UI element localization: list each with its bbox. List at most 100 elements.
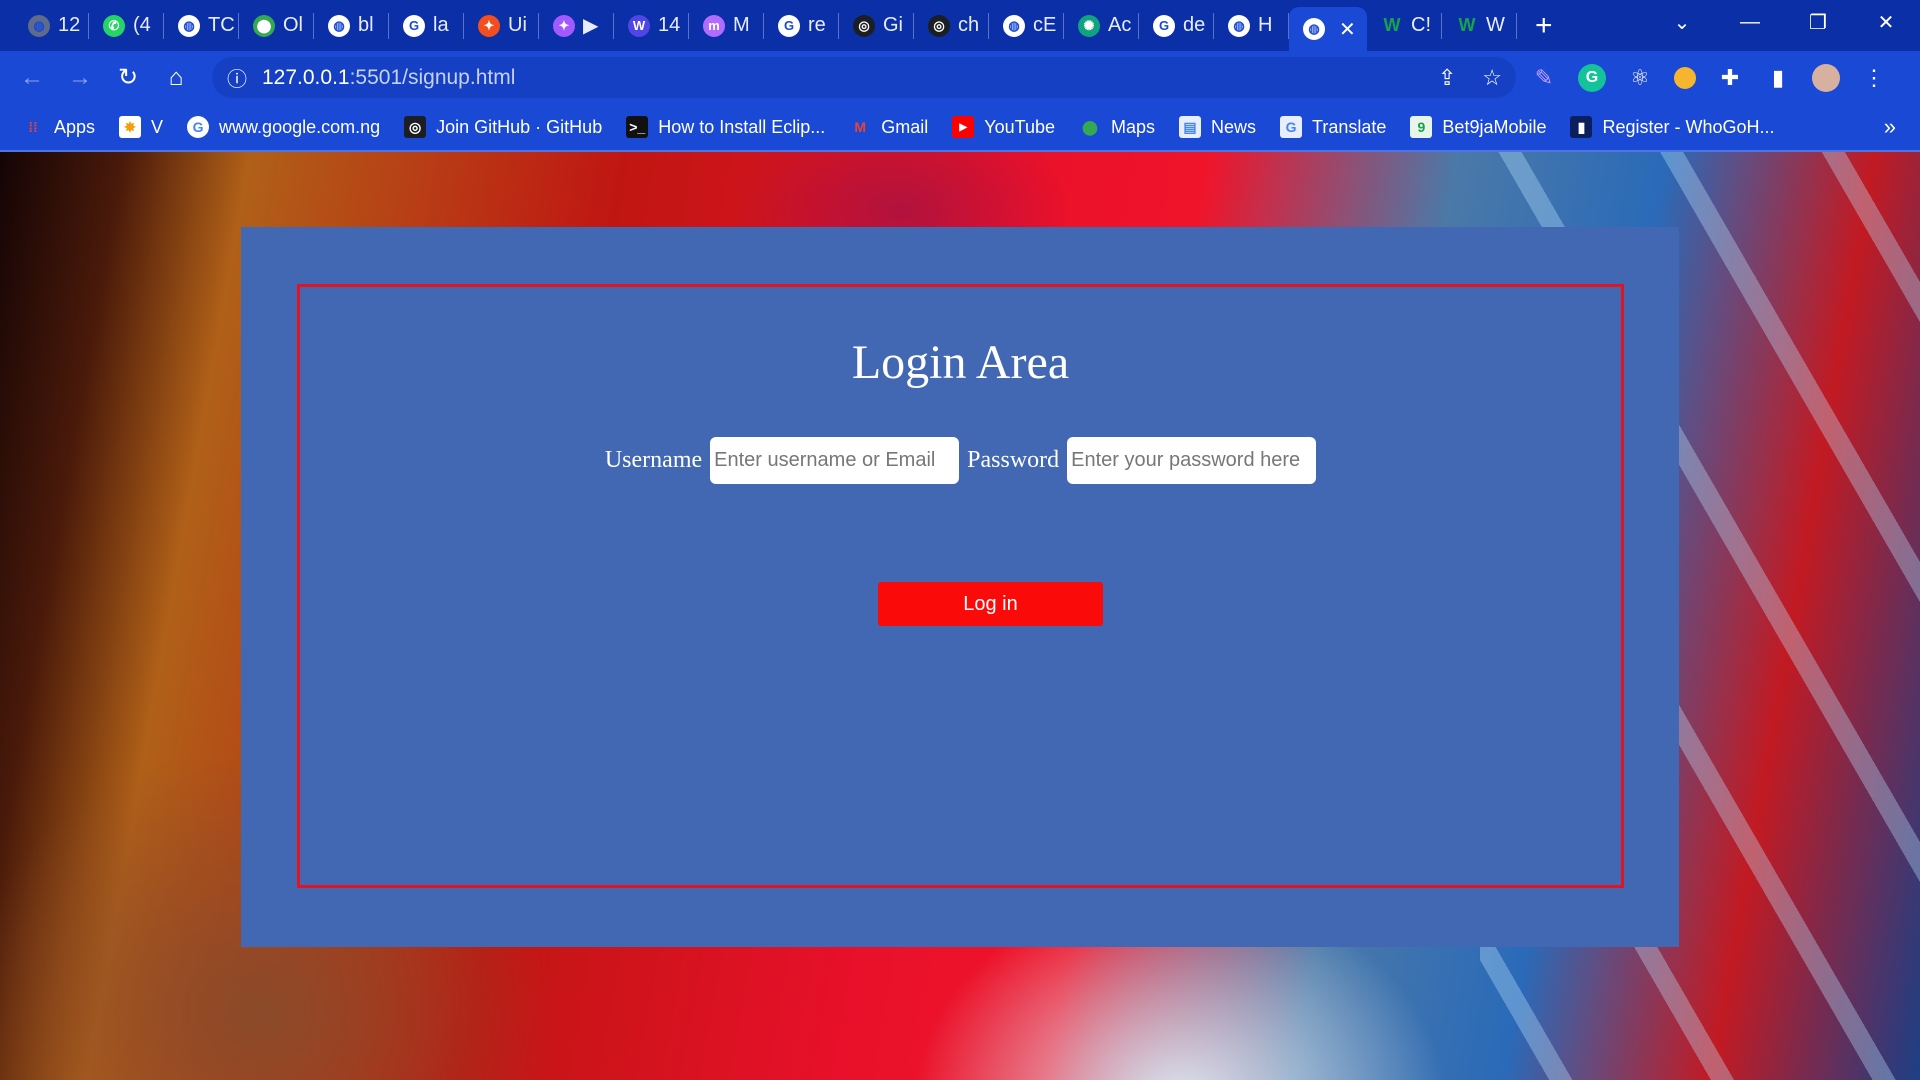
page-title: Login Area xyxy=(851,336,1070,389)
browser-toolbar: ← → ↻ ⌂ ⓘ 127.0.0.1:5501/signup.html ⇪ ☆… xyxy=(0,51,1920,104)
terminal-icon: >_ xyxy=(626,116,649,138)
url-path: :5501/signup.html xyxy=(349,65,516,89)
bookmarks-bar: ⁞⁞ Apps ✸ V Gwww.google.com.ng ◎ Join GitHub ·… xyxy=(0,104,1920,152)
active-browser-tab[interactable]: ◍ ✕ xyxy=(1289,7,1367,51)
globe-icon: ◍ xyxy=(1303,18,1325,40)
browser-tab[interactable]: ✆ (4 xyxy=(89,0,164,51)
bookmark-item[interactable]: Gwww.google.com.ng xyxy=(187,116,380,138)
puzzle-extensions-icon[interactable]: ✚ xyxy=(1716,64,1744,92)
forward-arrow-icon[interactable]: → xyxy=(56,64,104,92)
bookmark-item[interactable]: >_ How to Install Eclip... xyxy=(626,116,825,138)
login-button[interactable]: Log in xyxy=(878,582,1103,626)
restore-icon[interactable]: ❐ xyxy=(1784,10,1852,35)
browser-tab[interactable]: ◍ H xyxy=(1214,0,1289,51)
news-icon: ▤ xyxy=(1179,116,1202,138)
bookmark-star-icon[interactable]: ☆ xyxy=(1482,65,1502,91)
tab-search-icon[interactable]: ⌄ xyxy=(1648,10,1716,35)
tab-title: C! xyxy=(1411,14,1431,36)
coin-extension-icon[interactable] xyxy=(1674,66,1696,89)
bookmark-item[interactable]: ▮ Register - WhoGoH... xyxy=(1570,116,1775,138)
tab-title: 14 xyxy=(658,14,681,36)
tab-title: re xyxy=(808,14,826,36)
google-icon: G xyxy=(1153,14,1175,37)
browser-tab[interactable]: ◍ bl xyxy=(314,0,389,51)
address-bar[interactable]: ⓘ 127.0.0.1:5501/signup.html ⇪ ☆ xyxy=(212,57,1516,98)
extensions-area: ✎ G ⚛ ✚ ▮ ⋮ xyxy=(1530,51,1888,104)
react-devtools-icon[interactable]: ⚛ xyxy=(1626,64,1654,92)
bookmark-label: News xyxy=(1211,116,1257,137)
bookmark-label: Apps xyxy=(54,116,96,137)
google-icon: G xyxy=(187,116,210,138)
browser-tab[interactable]: ◍ TC xyxy=(164,0,239,51)
bookmark-item[interactable]: 9 Bet9jaMobile xyxy=(1410,116,1546,138)
browser-tab[interactable]: Gla xyxy=(389,0,464,51)
browser-tab[interactable]: ◍ cE xyxy=(989,0,1064,51)
browser-tab[interactable]: ◎ Gi xyxy=(839,0,914,51)
bookmark-item[interactable]: ⬤ Maps xyxy=(1079,116,1155,138)
profile-avatar[interactable] xyxy=(1812,63,1840,92)
star-burst-icon: ✸ xyxy=(119,116,142,138)
kebab-menu-icon[interactable]: ⋮ xyxy=(1860,64,1888,92)
w-icon: W xyxy=(628,14,650,37)
back-arrow-icon[interactable]: ← xyxy=(8,64,56,92)
feather-extension-icon[interactable]: ✎ xyxy=(1530,64,1558,92)
globe-icon: ◍ xyxy=(178,14,200,37)
site-info-icon[interactable]: ⓘ xyxy=(212,63,262,92)
tab-title: M xyxy=(733,14,750,36)
bookmark-item[interactable]: G Translate xyxy=(1280,116,1386,138)
browser-tab[interactable]: ✦ ▶ xyxy=(539,0,614,51)
tab-title: ▶ xyxy=(583,15,599,37)
minimize-icon[interactable]: — xyxy=(1716,11,1784,34)
url-text: 127.0.0.1:5501/signup.html xyxy=(262,66,515,90)
browser-tab[interactable]: ✺ Ac xyxy=(1064,0,1139,51)
tab-title: de xyxy=(1183,14,1206,36)
share-icon[interactable]: ⇪ xyxy=(1438,65,1456,91)
bookmark-label: Maps xyxy=(1111,116,1156,137)
page-viewport: Login Area Username Password Log in xyxy=(0,152,1920,1080)
home-icon[interactable]: ⌂ xyxy=(152,64,200,92)
bookmark-item[interactable]: ✸ V xyxy=(119,116,163,138)
browser-tab[interactable]: Gre xyxy=(764,0,839,51)
github-icon: ◎ xyxy=(404,116,427,138)
chatgpt-icon: ✺ xyxy=(1078,14,1100,37)
tab-title: TC xyxy=(208,14,235,36)
bookmark-item[interactable]: M Gmail xyxy=(849,116,928,138)
browser-tab[interactable]: mM xyxy=(689,0,764,51)
close-tab-icon[interactable]: ✕ xyxy=(1339,17,1356,42)
browser-tab[interactable]: ✦ Ui xyxy=(464,0,539,51)
login-box: Login Area Username Password Log in xyxy=(297,284,1624,888)
google-icon: G xyxy=(403,14,425,37)
side-panel-icon[interactable]: ▮ xyxy=(1764,64,1792,92)
tab-title: cE xyxy=(1033,14,1057,36)
bookmark-item[interactable]: ⁞⁞ Apps xyxy=(22,116,95,138)
tab-title: 12 xyxy=(58,14,81,36)
bookmark-item[interactable]: ▶ YouTube xyxy=(952,116,1055,138)
password-label: Password xyxy=(967,447,1060,473)
bookmark-item[interactable]: ◎ Join GitHub · GitHub xyxy=(404,116,602,138)
browser-tab[interactable]: Gde xyxy=(1139,0,1214,51)
browser-tab[interactable]: W C! xyxy=(1367,0,1442,51)
username-input[interactable] xyxy=(710,437,960,484)
close-window-icon[interactable]: ✕ xyxy=(1852,10,1920,35)
browser-tab[interactable]: ◎ ch xyxy=(914,0,989,51)
browser-tab[interactable]: ◍ 12 xyxy=(14,0,89,51)
gmail-icon: M xyxy=(854,119,867,135)
tab-title: W xyxy=(1486,14,1505,36)
translate-icon: G xyxy=(1280,116,1303,138)
browser-tab[interactable]: ⬤ Ol xyxy=(239,0,314,51)
password-input[interactable] xyxy=(1067,437,1317,484)
browser-tab[interactable]: W 14 xyxy=(614,0,689,51)
tab-title: ch xyxy=(958,14,980,36)
new-tab-button[interactable]: + xyxy=(1535,9,1553,43)
browser-tab[interactable]: WW xyxy=(1442,0,1517,51)
bookmark-item[interactable]: ▤ News xyxy=(1179,116,1256,138)
bookmark-label: Join GitHub · GitHub xyxy=(436,116,603,137)
youtube-icon: ▶ xyxy=(952,116,975,138)
more-bookmarks-icon[interactable]: » xyxy=(1884,114,1896,140)
globe-icon: ◍ xyxy=(1003,14,1025,37)
grammarly-icon[interactable]: G xyxy=(1578,63,1606,92)
bookmark-label: How to Install Eclip... xyxy=(658,116,826,137)
whatsapp-icon: ✆ xyxy=(103,14,125,37)
tab-title: Ol xyxy=(283,14,303,36)
reload-icon[interactable]: ↻ xyxy=(104,63,152,92)
